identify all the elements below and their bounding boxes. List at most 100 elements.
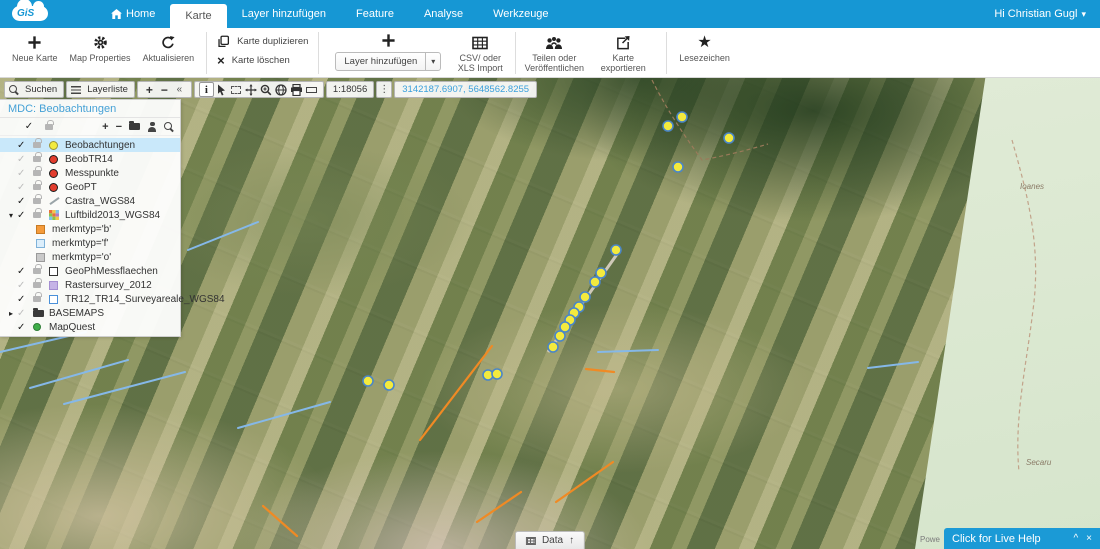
layer-row-geopt[interactable]: ✓ GeoPT (0, 180, 180, 194)
layer-checkbox[interactable]: ✓ (17, 322, 25, 333)
toolbar-divider (666, 32, 667, 74)
delete-map-button[interactable]: × Karte löschen (217, 54, 308, 67)
collapse-toolbar-button[interactable]: « (172, 82, 187, 97)
minimize-icon[interactable]: ^ (1073, 533, 1078, 544)
observation-point[interactable] (555, 331, 565, 341)
remove-layer-button[interactable]: − (116, 121, 122, 133)
observation-point[interactable] (590, 277, 600, 287)
layer-checkbox[interactable]: ✓ (17, 266, 25, 277)
castra-feature-line[interactable] (188, 222, 258, 250)
layer-row-mapquest[interactable]: ✓ MapQuest (0, 320, 180, 334)
layer-checkbox[interactable]: ✓ (17, 154, 25, 165)
lock-icon (33, 198, 41, 204)
dirt-path-line (652, 80, 768, 160)
survey-feature-line[interactable] (420, 346, 492, 440)
search-layers-icon[interactable] (164, 122, 174, 132)
globe-tool[interactable] (274, 82, 289, 97)
layer-checkbox[interactable]: ✓ (17, 280, 25, 291)
layer-checkbox[interactable]: ✓ (17, 308, 25, 319)
map-actions-group: Karte duplizieren × Karte löschen (213, 32, 312, 70)
coords-menu[interactable]: ⋮ (376, 81, 392, 98)
new-map-button[interactable]: Neue Karte (6, 32, 64, 65)
observation-point[interactable] (580, 292, 590, 302)
menu-feature[interactable]: Feature (341, 0, 409, 28)
layer-row-geophmessflaechen[interactable]: ✓ GeoPhMessflaechen (0, 264, 180, 278)
observation-point[interactable] (596, 268, 606, 278)
pan-tool[interactable] (244, 82, 259, 97)
chevron-down-icon: ▾ (1081, 9, 1086, 19)
layer-row-castra[interactable]: ✓ Castra_WGS84 (0, 194, 180, 208)
box-select-tool[interactable] (229, 82, 244, 97)
zoom-in-button[interactable]: + (142, 82, 157, 97)
layer-row-tr12-tr14-surveyareale[interactable]: ✓ TR12_TR14_Surveyareale_WGS84 (0, 292, 180, 306)
layer-row-beobtr14[interactable]: ✓ BeobTR14 (0, 152, 180, 166)
observation-point[interactable] (677, 112, 687, 122)
bookmarks-button[interactable]: ★ Lesezeichen (673, 32, 736, 65)
observation-point[interactable] (611, 245, 621, 255)
folder-icon[interactable] (129, 123, 140, 130)
menu-layer-hinzufuegen[interactable]: Layer hinzufügen (227, 0, 341, 28)
list-icon (71, 86, 81, 94)
observation-point[interactable] (363, 376, 373, 386)
observation-point[interactable] (492, 369, 502, 379)
layer-checkbox[interactable]: ✓ (17, 210, 25, 221)
castra-feature-line[interactable] (30, 360, 128, 388)
chevron-right-icon[interactable]: ▸ (5, 309, 17, 318)
duplicate-map-button[interactable]: Karte duplizieren (217, 35, 308, 48)
observation-point[interactable] (724, 133, 734, 143)
observation-point[interactable] (663, 121, 673, 131)
layer-checkbox[interactable]: ✓ (17, 182, 25, 193)
observation-point[interactable] (548, 342, 558, 352)
live-help-bar[interactable]: Click for Live Help ^ × (944, 528, 1100, 549)
csv-import-button[interactable]: CSV/ oder XLS Import (451, 32, 509, 76)
zoom-box-tool[interactable] (259, 82, 274, 97)
castra-feature-line[interactable] (64, 372, 185, 404)
square-symbol (36, 239, 45, 248)
measure-tool[interactable] (304, 82, 319, 97)
map-viewport[interactable]: IoanesSecaru Suchen Layerliste + − « i (0, 78, 1100, 549)
layer-row-beobachtungen[interactable]: ✓ Beobachtungen (0, 138, 180, 152)
plus-icon (27, 34, 42, 51)
layer-checkbox[interactable]: ✓ (17, 294, 25, 305)
survey-feature-line[interactable] (556, 462, 613, 502)
export-map-button[interactable]: Karte exportieren (586, 32, 660, 76)
layer-row-luftbild2013[interactable]: ▾ ✓ Luftbild2013_WGS84 (0, 208, 180, 222)
survey-feature-line[interactable] (586, 369, 614, 372)
layer-checkbox[interactable]: ✓ (17, 168, 25, 179)
print-tool[interactable] (289, 82, 304, 97)
castra-feature-line[interactable] (868, 362, 918, 368)
data-grid-toggle[interactable]: Data ↑ (515, 531, 585, 549)
user-icon[interactable] (147, 122, 157, 132)
survey-feature-line[interactable] (477, 492, 521, 522)
layer-checkbox[interactable]: ✓ (17, 140, 25, 151)
chevron-down-icon[interactable]: ▾ (5, 211, 17, 220)
refresh-button[interactable]: Aktualisieren (137, 32, 201, 65)
map-properties-button[interactable]: Map Properties (64, 32, 137, 65)
menu-werkzeuge[interactable]: Werkzeuge (478, 0, 563, 28)
layer-checkbox[interactable]: ✓ (17, 196, 25, 207)
layer-row-messpunkte[interactable]: ✓ Messpunkte (0, 166, 180, 180)
close-icon[interactable]: × (1086, 533, 1092, 544)
observation-point[interactable] (673, 162, 683, 172)
observation-point[interactable] (384, 380, 394, 390)
check-all-toggle[interactable]: ✓ (22, 121, 36, 132)
layer-list-toggle[interactable]: Layerliste (66, 81, 135, 98)
select-cursor-tool[interactable] (214, 82, 229, 97)
gis-cloud-logo[interactable]: GiS (8, 2, 58, 26)
share-publish-button[interactable]: Teilen oder Veröffentlichen (522, 32, 586, 76)
user-menu[interactable]: Hi Christian Gugl▾ (994, 8, 1086, 20)
castra-feature-line[interactable] (598, 350, 658, 352)
lock-icon[interactable] (45, 124, 53, 130)
add-layer-dropdown[interactable]: Layer hinzufügen ▾ (335, 52, 441, 71)
add-layer-button[interactable]: + (102, 121, 108, 133)
castra-feature-line[interactable] (238, 402, 330, 428)
menu-analyse[interactable]: Analyse (409, 0, 478, 28)
survey-feature-line[interactable] (263, 506, 297, 536)
menu-karte[interactable]: Karte (170, 4, 226, 28)
menu-home[interactable]: Home (96, 0, 170, 28)
layer-row-rastersurvey2012[interactable]: ✓ Rastersurvey_2012 (0, 278, 180, 292)
zoom-out-button[interactable]: − (157, 82, 172, 97)
info-tool[interactable]: i (199, 82, 214, 97)
layer-row-basemaps[interactable]: ▸ ✓ BASEMAPS (0, 306, 180, 320)
search-control[interactable]: Suchen (4, 81, 64, 98)
